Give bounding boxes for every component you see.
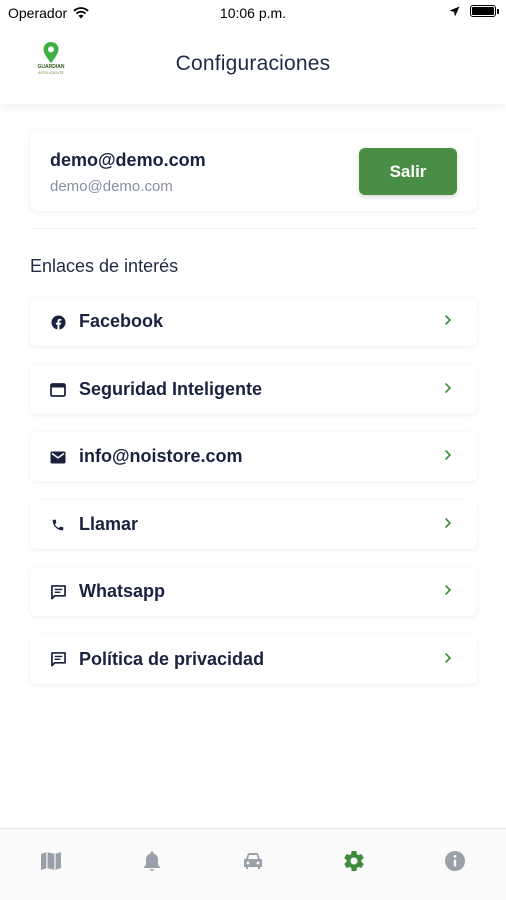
chevron-right-icon — [445, 450, 452, 460]
link-llamar[interactable]: Llamar — [30, 499, 477, 549]
car-icon — [243, 853, 262, 869]
location-arrow-icon — [449, 6, 460, 16]
link-politica-privacidad[interactable]: Política de privacidad — [30, 634, 477, 684]
chevron-right-icon — [445, 652, 452, 663]
info-icon — [445, 851, 466, 871]
chat-icon — [50, 652, 66, 668]
tab-map[interactable] — [21, 849, 81, 873]
battery-icon — [470, 5, 499, 17]
tab-info[interactable] — [425, 849, 485, 873]
tab-notifications[interactable] — [122, 849, 182, 873]
status-time: 10:06 p.m. — [219, 5, 287, 21]
browser-icon — [50, 382, 66, 398]
link-label: info@noistore.com — [79, 446, 243, 466]
status-right — [449, 5, 499, 17]
chevron-right-icon — [445, 382, 452, 393]
phone-icon — [50, 517, 66, 533]
links-section-title: Enlaces de interés — [30, 256, 179, 276]
tab-vehicles[interactable] — [223, 849, 283, 873]
link-facebook[interactable]: Facebook — [30, 297, 477, 346]
status-bar: Operador 10:06 p.m. — [0, 0, 506, 28]
user-card: demo@demo.com demo@demo.com Salir — [30, 131, 477, 211]
chat-icon — [50, 584, 66, 600]
header: GUARDIAN INTELIGENTE Configuraciones — [0, 28, 506, 104]
chevron-right-icon — [445, 315, 452, 325]
link-seguridad-inteligente[interactable]: Seguridad Inteligente — [30, 364, 477, 414]
logout-button[interactable]: Salir — [359, 148, 457, 195]
page-title: Configuraciones — [175, 52, 331, 75]
tab-bar — [0, 828, 506, 900]
link-label: Seguridad Inteligente — [79, 378, 263, 399]
link-label: Whatsapp — [79, 581, 166, 601]
gear-icon — [344, 851, 364, 871]
tab-settings[interactable] — [324, 849, 384, 873]
user-email-primary: demo@demo.com — [50, 150, 206, 170]
mail-icon — [50, 449, 66, 465]
link-whatsapp[interactable]: Whatsapp — [30, 567, 477, 616]
links-list: Facebook Seguridad Inteligente info@nois… — [30, 297, 477, 702]
link-label: Política de privacidad — [79, 648, 265, 669]
map-icon — [40, 852, 61, 870]
user-email-secondary: demo@demo.com — [50, 178, 173, 195]
chevron-right-icon — [445, 517, 452, 528]
divider — [30, 228, 477, 229]
chevron-right-icon — [445, 585, 452, 595]
link-email[interactable]: info@noistore.com — [30, 432, 477, 481]
settings-screen: Operador 10:06 p.m. GUARDIAN INTELIGENTE… — [0, 0, 506, 900]
link-label: Facebook — [79, 311, 164, 331]
bell-icon — [143, 851, 160, 871]
facebook-icon — [50, 314, 66, 330]
link-label: Llamar — [79, 513, 139, 534]
